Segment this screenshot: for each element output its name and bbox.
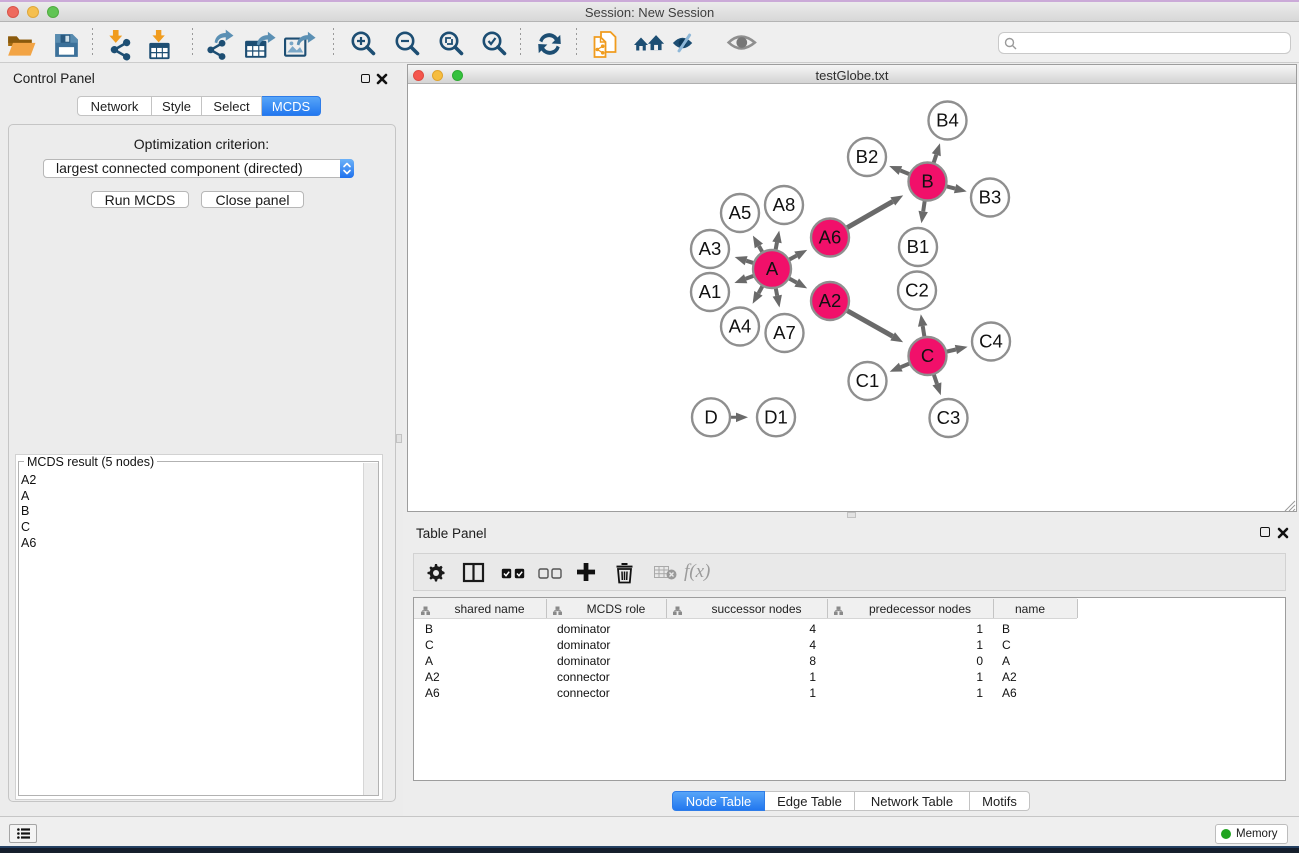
svg-text:C: C	[921, 345, 934, 366]
svg-text:A2: A2	[819, 290, 842, 311]
svg-text:C1: C1	[856, 370, 880, 391]
svg-text:A3: A3	[699, 238, 722, 259]
svg-text:B3: B3	[979, 187, 1002, 208]
svg-text:B1: B1	[907, 236, 930, 257]
svg-text:C3: C3	[937, 407, 961, 428]
svg-text:A: A	[766, 258, 779, 279]
svg-text:B4: B4	[936, 110, 959, 131]
svg-text:A8: A8	[773, 194, 796, 215]
svg-text:A6: A6	[819, 227, 842, 248]
svg-text:D: D	[704, 406, 717, 427]
svg-text:A1: A1	[699, 281, 722, 302]
svg-text:C2: C2	[905, 280, 929, 301]
svg-text:A4: A4	[729, 316, 752, 337]
svg-text:D1: D1	[764, 406, 788, 427]
svg-text:A7: A7	[773, 322, 796, 343]
svg-text:A5: A5	[729, 202, 752, 223]
svg-text:B: B	[921, 171, 933, 192]
svg-text:C4: C4	[979, 331, 1003, 352]
svg-text:B2: B2	[856, 146, 879, 167]
